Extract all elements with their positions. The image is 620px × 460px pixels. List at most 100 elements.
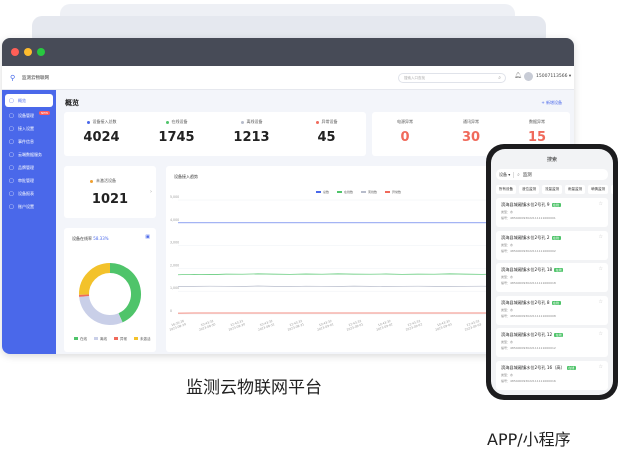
x-tick-label: 22:43:322023-08-31 bbox=[287, 319, 305, 332]
stat-label: 离线设备 bbox=[214, 119, 289, 125]
alarm-label: 电源异常 bbox=[397, 119, 413, 124]
approval-icon: ▢ bbox=[9, 177, 14, 184]
donut-chart: 在线 离线 异常 未激活 bbox=[74, 263, 151, 341]
phone-device-card[interactable]: 滨海县城厢镇水位2号孔 12 在线 类型：水 编号：48540009302211111… bbox=[496, 328, 608, 357]
sidebar-item-4[interactable]: ▢ 云端数据服务 bbox=[2, 148, 56, 161]
expand-arrow-icon[interactable]: › bbox=[150, 189, 152, 195]
phone-device-card[interactable]: 滨海县城厢镇水位2号孔 16（高） 在线 类型：水 编号：48540009302211… bbox=[496, 360, 608, 390]
app-header: ⚲ 监测云物联网 搜索入口查找 ⌕ 🔔︎ 15007113566 ▾ bbox=[2, 66, 574, 90]
phone-tab[interactable]: 地震 bbox=[611, 185, 613, 194]
phone-tab[interactable]: 液位监测 bbox=[519, 185, 539, 194]
y-tick-label: 0 bbox=[170, 309, 172, 313]
stat-value: 1213 bbox=[233, 130, 270, 145]
phone-device-code: 编号：485400093022111111000001 bbox=[501, 216, 556, 220]
avatar[interactable] bbox=[524, 72, 533, 81]
search-input[interactable]: 搜索入口查找 ⌕ bbox=[398, 73, 506, 83]
phone-device-name: 滨海县城厢镇水位2号孔 18 在线 bbox=[501, 267, 564, 273]
phone-device-type: 类型：水 bbox=[501, 242, 514, 247]
phone-device-code: 编号：485400093022111111000016 bbox=[501, 378, 556, 383]
sidebar-item-label: 账户设置 bbox=[18, 203, 34, 209]
bell-icon[interactable]: 🔔︎ bbox=[514, 72, 522, 79]
unactivated-card: 未激活设备 1021 bbox=[64, 166, 156, 218]
app-logo[interactable]: ⚲ 监测云物联网 bbox=[10, 73, 49, 82]
new-badge: NEW bbox=[39, 111, 51, 115]
phone-screen: 搜索 设备 ▾ ⌕ 监测 所有设备液位监测流量监测雨量监测墒情监测地震 滨海县城… bbox=[491, 149, 613, 395]
sidebar-item-8[interactable]: ▢ 账户设置 bbox=[2, 200, 56, 213]
phone-device-type: 类型：水 bbox=[501, 372, 514, 377]
x-tick-label: 22:43:322023-09-01 bbox=[346, 319, 364, 332]
phone-device-name-text: 滨海县城厢镇水位2号孔 18 bbox=[501, 267, 553, 272]
star-icon[interactable]: ☆ bbox=[599, 331, 603, 337]
phone-device-card[interactable]: 滨海县城厢镇水位2号孔 2 在线 类型：水 编号：485400093022111111… bbox=[496, 230, 608, 260]
x-tick-label: 10:43:322023-08-31 bbox=[257, 319, 275, 332]
maximize-button[interactable] bbox=[37, 48, 45, 56]
sidebar-item-1[interactable]: ▢ 设备管理 NEW bbox=[2, 109, 56, 122]
x-tick-label: 10:43:322023-09-03 bbox=[435, 319, 453, 332]
x-tick-label: 22:43:322023-08-30 bbox=[228, 319, 246, 332]
sidebar-item-5[interactable]: ▢ 品牌管理 bbox=[2, 161, 56, 174]
phone-tab[interactable]: 流量监测 bbox=[542, 185, 562, 194]
donut-legend-label: 离线 bbox=[100, 336, 107, 341]
phone-title: 搜索 bbox=[546, 157, 557, 163]
donut-legend-swatch bbox=[94, 337, 98, 340]
x-tick-label: 22:43:322023-09-03 bbox=[464, 319, 482, 332]
phone-tab[interactable]: 雨量监测 bbox=[565, 185, 585, 194]
status-dot bbox=[240, 120, 244, 124]
sidebar-item-3[interactable]: ▢ 事件信息 bbox=[2, 135, 56, 148]
user-menu[interactable]: 15007113566 ▾ bbox=[536, 74, 571, 79]
donut-legend-swatch bbox=[114, 337, 118, 340]
monitor-icon: ▢ bbox=[9, 97, 14, 104]
sidebar-item-0[interactable]: ▢ 概览 bbox=[5, 94, 53, 107]
alarm-1: 通讯异常 30 bbox=[438, 119, 504, 145]
phone-device-type: 类型：水 bbox=[501, 210, 514, 214]
add-device-button[interactable]: + 新增设备 bbox=[541, 100, 562, 106]
search-icon[interactable]: ⌕ bbox=[498, 74, 501, 82]
mobile-caption: APP/小程序 bbox=[487, 430, 571, 449]
close-button[interactable] bbox=[11, 48, 19, 56]
sidebar-item-6[interactable]: ▢ 审批管理 bbox=[2, 174, 56, 187]
brand-icon: ▢ bbox=[9, 164, 14, 171]
star-icon[interactable]: ☆ bbox=[599, 266, 603, 272]
sidebar-item-label: 设备管理 bbox=[18, 112, 34, 118]
phone-search-select[interactable]: 设备 ▾ bbox=[499, 171, 515, 178]
search-icon: ⌕ bbox=[517, 172, 520, 178]
phone-device-card[interactable]: 滨海县城厢镇水位2号孔 8 在线 类型：水 编号：485400093022111111… bbox=[496, 295, 608, 325]
event-icon: ▢ bbox=[9, 138, 14, 145]
phone-tab[interactable]: 墒情监测 bbox=[588, 185, 608, 194]
donut-legend-label: 未激活 bbox=[140, 336, 151, 341]
stat-label-text: 设备接入总数 bbox=[92, 119, 117, 124]
star-icon[interactable]: ☆ bbox=[599, 299, 603, 305]
alarm-value: 0 bbox=[400, 130, 410, 145]
alarm-0: 电源异常 0 bbox=[372, 119, 438, 145]
sidebar-item-label: 品牌管理 bbox=[18, 164, 34, 170]
unactivated-label-text: 未激活设备 bbox=[96, 178, 116, 183]
star-icon[interactable]: ☆ bbox=[599, 234, 603, 240]
sidebar: ▢ 概览 ▢ 设备管理 NEW ▢ 接入设置 ▢ 事件信息 ▢ 云端数据服务 ▢ 品牌管理 ▢ 审批管理 ▢ 设… bbox=[2, 90, 56, 354]
minimize-button[interactable] bbox=[24, 48, 32, 56]
y-tick-label: 4,000 bbox=[170, 218, 179, 222]
donut-legend-swatch bbox=[74, 337, 78, 340]
phone-device-card[interactable]: 滨海县城厢镇水位2号孔 9 在线 类型：水 编号：485400093022111111… bbox=[496, 198, 608, 227]
status-dot bbox=[90, 179, 93, 183]
stat-label-text: 异常设备 bbox=[321, 119, 338, 124]
phone-search-input[interactable]: 设备 ▾ ⌕ 监测 bbox=[496, 169, 608, 180]
phone-device-name-text: 滨海县城厢镇水位2号孔 9 bbox=[501, 202, 550, 207]
logo-icon: ⚲ bbox=[10, 73, 16, 82]
star-icon[interactable]: ☆ bbox=[599, 364, 603, 370]
y-tick-label: 1,000 bbox=[170, 286, 179, 290]
stat-value: 4024 bbox=[83, 130, 120, 145]
account-icon: ▢ bbox=[9, 203, 14, 210]
star-icon[interactable]: ☆ bbox=[599, 201, 603, 207]
unactivated-label: 未激活设备 bbox=[90, 178, 116, 184]
sidebar-item-2[interactable]: ▢ 接入设置 bbox=[2, 122, 56, 135]
online-ratio-card: 设备在线率 58.33% ▣ 在线 离线 异常 未激活 bbox=[64, 228, 156, 352]
sidebar-item-7[interactable]: ▢ 设备报表 bbox=[2, 187, 56, 200]
x-tick-label: 10:43:322023-08-30 bbox=[198, 319, 216, 332]
phone-tab[interactable]: 所有设备 bbox=[496, 185, 516, 194]
phone-device-card[interactable]: 滨海县城厢镇水位2号孔 18 在线 类型：水 编号：48540009302211111… bbox=[496, 263, 608, 292]
page-title: 概览 bbox=[65, 99, 79, 107]
report-icon: ▢ bbox=[9, 190, 14, 197]
status-dot bbox=[315, 120, 319, 124]
donut-slice-offline bbox=[79, 295, 123, 325]
alarm-value: 30 bbox=[461, 130, 481, 145]
